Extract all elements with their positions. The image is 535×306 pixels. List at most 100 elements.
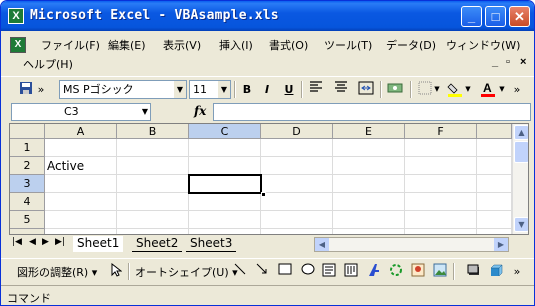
arrow-icon[interactable]	[255, 263, 269, 280]
scroll-down-icon[interactable]: ▼	[514, 217, 528, 232]
scroll-left-icon[interactable]: ◀	[315, 238, 329, 251]
picture-icon[interactable]	[432, 263, 448, 280]
autoshape-menu-button[interactable]: オートシェイプ(U) ▾	[135, 264, 238, 280]
grid-cell[interactable]	[117, 211, 189, 229]
font-color-icon[interactable]: A	[480, 81, 496, 98]
chevron-down-icon[interactable]: ▼	[433, 81, 441, 98]
grid-cell[interactable]	[117, 157, 189, 175]
grid-cell[interactable]	[261, 211, 333, 229]
column-header-f[interactable]: F	[405, 124, 477, 139]
column-header-e[interactable]: E	[333, 124, 405, 139]
grid-cell[interactable]	[117, 229, 189, 234]
grid-cell[interactable]	[333, 175, 405, 193]
grid-cell[interactable]	[45, 211, 117, 229]
currency-icon[interactable]	[386, 81, 404, 98]
grid-cell[interactable]	[261, 157, 333, 175]
column-header-b[interactable]: B	[117, 124, 189, 139]
vertical-scrollbar[interactable]: ▲ ▼	[512, 124, 528, 234]
align-left-icon[interactable]	[308, 81, 324, 98]
row-header-4[interactable]: 4	[10, 193, 45, 211]
column-header-c[interactable]: C	[189, 124, 261, 139]
first-sheet-icon[interactable]: |◀	[12, 237, 22, 247]
sheet-tab-sheet1[interactable]: Sheet1	[73, 236, 124, 252]
grid-cell[interactable]	[189, 157, 261, 175]
grid-cell[interactable]	[261, 175, 333, 193]
scroll-right-icon[interactable]: ▶	[494, 238, 508, 251]
line-icon[interactable]	[233, 263, 247, 280]
grid-cell[interactable]	[405, 139, 477, 157]
grid-cell[interactable]	[189, 139, 261, 157]
chevron-down-icon[interactable]: ▼	[218, 81, 230, 98]
menu-insert[interactable]: 挿入(I)	[217, 37, 255, 53]
last-sheet-icon[interactable]: ▶|	[55, 237, 65, 247]
menu-data[interactable]: データ(D)	[384, 37, 438, 53]
underline-button[interactable]: U	[281, 81, 297, 98]
grid-cell[interactable]	[405, 211, 477, 229]
menu-file[interactable]: ファイル(F)	[39, 37, 102, 53]
grid-cell[interactable]	[477, 175, 512, 193]
minimize-button[interactable]: _	[461, 6, 482, 27]
name-box[interactable]: C3 ▼	[11, 103, 151, 121]
close-button[interactable]: ✕	[509, 6, 530, 27]
grid-cell[interactable]	[261, 229, 333, 234]
grid-cell[interactable]	[477, 157, 512, 175]
menu-edit[interactable]: 編集(E)	[106, 37, 148, 53]
bold-button[interactable]: B	[239, 81, 255, 98]
grid-cell[interactable]	[45, 193, 117, 211]
italic-button[interactable]: I	[259, 81, 275, 98]
formula-input[interactable]	[213, 103, 531, 121]
fill-color-icon[interactable]	[447, 81, 463, 98]
row-header-2[interactable]: 2	[10, 157, 45, 175]
wordart-icon[interactable]	[366, 263, 382, 280]
worksheet-grid[interactable]: A B C D E F 1 2 3 4 5 Active ▲ ▼	[9, 123, 529, 235]
active-cell-c3[interactable]	[188, 174, 262, 194]
excel-icon[interactable]: X	[8, 8, 24, 24]
borders-icon[interactable]	[417, 81, 433, 98]
grid-cell[interactable]	[45, 229, 117, 234]
align-center-icon[interactable]	[333, 81, 349, 98]
grid-cell[interactable]	[333, 139, 405, 157]
toolbar-overflow-icon[interactable]: »	[513, 81, 521, 98]
grid-cell[interactable]	[117, 193, 189, 211]
grid-cell[interactable]	[189, 229, 261, 234]
doc-restore-button[interactable]: ▫	[506, 56, 510, 68]
text-box-icon[interactable]	[321, 263, 337, 280]
menu-tools[interactable]: ツール(T)	[322, 37, 374, 53]
menu-format[interactable]: 書式(O)	[267, 37, 310, 53]
workbook-icon[interactable]: X	[10, 37, 26, 53]
menu-window[interactable]: ウィンドウ(W)	[444, 37, 522, 53]
grid-cell[interactable]	[477, 139, 512, 157]
oval-icon[interactable]	[300, 263, 316, 280]
horizontal-scrollbar[interactable]: ◀ ▶	[314, 237, 509, 252]
doc-minimize-button[interactable]: _	[492, 56, 498, 68]
grid-cell[interactable]	[189, 211, 261, 229]
grid-cell[interactable]	[333, 211, 405, 229]
next-sheet-icon[interactable]: ▶	[42, 237, 49, 247]
chevron-down-icon[interactable]: ▼	[464, 81, 472, 98]
grid-cell[interactable]	[333, 229, 405, 234]
prev-sheet-icon[interactable]: ◀	[29, 237, 36, 247]
grid-cell[interactable]	[45, 139, 117, 157]
grid-cell[interactable]	[117, 139, 189, 157]
grid-cell[interactable]	[405, 193, 477, 211]
doc-close-button[interactable]: ×	[520, 56, 526, 68]
row-header-6[interactable]	[10, 229, 45, 234]
row-header-3[interactable]: 3	[10, 175, 45, 193]
clip-art-icon[interactable]	[410, 263, 426, 280]
title-bar[interactable]: X Microsoft Excel - VBAsample.xls _ □ ✕	[1, 1, 534, 31]
column-header-g[interactable]	[477, 124, 512, 139]
grid-cell[interactable]	[333, 193, 405, 211]
sheet-tab-sheet2[interactable]: Sheet2	[132, 236, 183, 252]
scroll-up-icon[interactable]: ▲	[514, 125, 528, 140]
save-icon[interactable]	[19, 81, 33, 98]
draw-menu-button[interactable]: 図形の調整(R) ▾	[17, 264, 97, 280]
chevron-down-icon[interactable]: ▼	[142, 104, 148, 120]
grid-cell[interactable]	[261, 139, 333, 157]
toolbar-chevron-icon[interactable]: »	[37, 81, 45, 98]
grid-cell[interactable]	[405, 229, 477, 234]
grid-cell[interactable]	[261, 193, 333, 211]
vertical-text-box-icon[interactable]	[343, 263, 359, 280]
menu-help[interactable]: ヘルプ(H)	[21, 56, 75, 72]
row-header-1[interactable]: 1	[10, 139, 45, 157]
chevron-down-icon[interactable]: ▼	[174, 81, 186, 98]
